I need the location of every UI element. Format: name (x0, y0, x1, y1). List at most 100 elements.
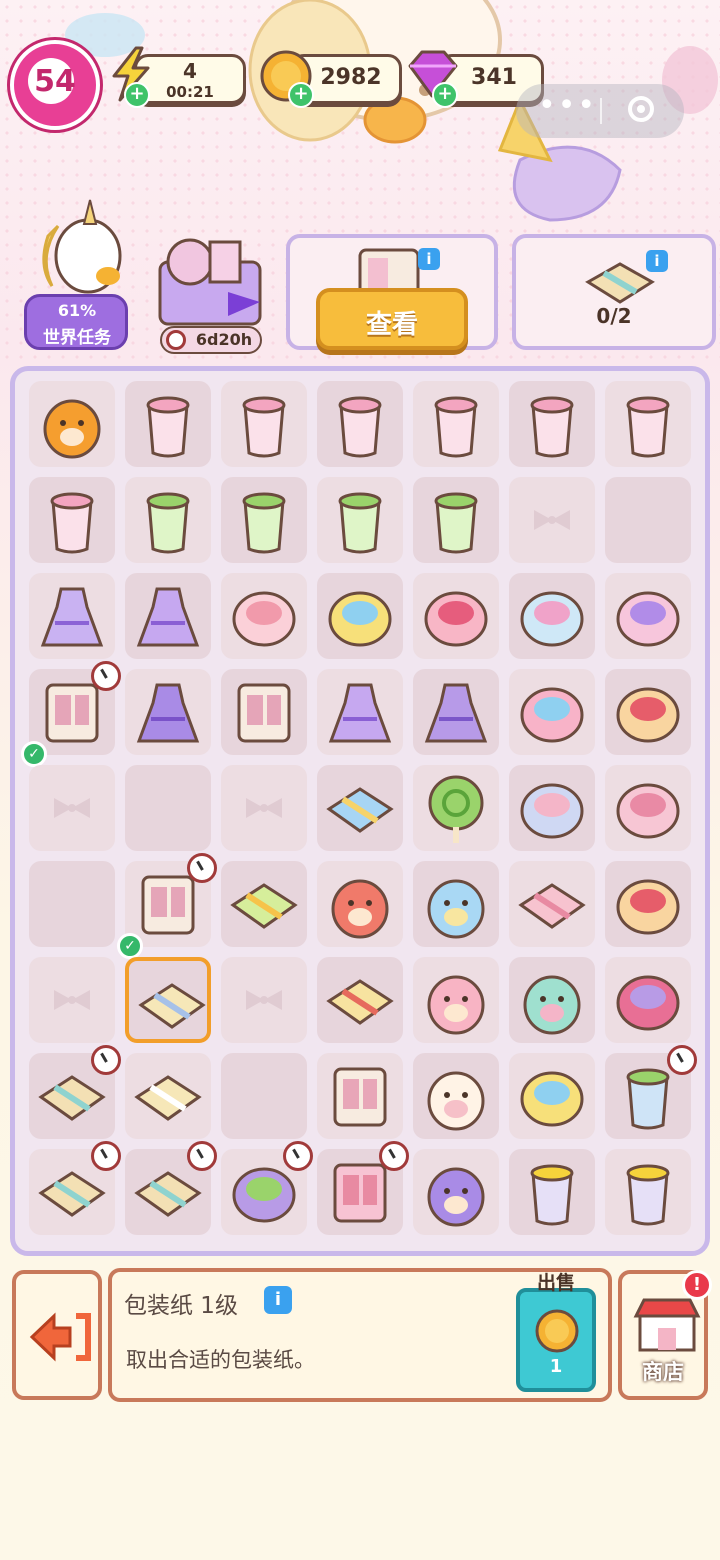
board-cell[interactable] (29, 765, 115, 851)
board-cell[interactable] (29, 861, 115, 947)
shop-label: 商店 (642, 1360, 684, 1384)
board-cell[interactable] (605, 1149, 691, 1235)
board-cell[interactable] (221, 381, 307, 467)
board-cell[interactable] (413, 477, 499, 563)
board-cell[interactable] (221, 573, 307, 659)
board-cell[interactable] (125, 1053, 211, 1139)
wrapping-paper-icon (138, 983, 206, 1029)
board-cell[interactable] (29, 1141, 121, 1235)
board-cell[interactable] (413, 573, 499, 659)
sell-price: 1 (549, 1356, 563, 1377)
board-cell[interactable] (509, 477, 595, 563)
coin-value: 2982 (320, 65, 382, 90)
board-cell[interactable] (317, 1141, 409, 1235)
board-cell[interactable] (317, 381, 403, 467)
board-cell[interactable] (413, 861, 499, 947)
sell-button[interactable]: 出售 1 (516, 1272, 596, 1392)
board-cell[interactable] (605, 573, 691, 659)
board-cell[interactable] (509, 573, 595, 659)
board-cell[interactable] (413, 381, 499, 467)
board-cell[interactable] (509, 861, 595, 947)
more-icon[interactable]: ••• (538, 91, 598, 126)
board-cell[interactable] (125, 957, 211, 1043)
board-cell[interactable] (221, 957, 307, 1043)
level-badge[interactable]: 54 (10, 40, 100, 130)
board-cell[interactable] (221, 477, 307, 563)
board-cell[interactable] (125, 573, 211, 659)
quest-label: 世界任务 (43, 328, 111, 348)
board-cell[interactable] (221, 861, 307, 947)
board-cell[interactable] (29, 573, 115, 659)
board-cell[interactable] (29, 957, 115, 1043)
board-cell[interactable] (413, 1149, 499, 1235)
board-cell[interactable] (317, 573, 403, 659)
board-cell[interactable] (125, 477, 211, 563)
cotton-candy-icon (520, 1071, 584, 1127)
candy-plate-icon (520, 591, 584, 647)
board-cell[interactable] (413, 957, 499, 1043)
bear-plush-icon (427, 1167, 485, 1227)
board-cell[interactable] (221, 669, 307, 755)
castle-icon (424, 591, 488, 647)
board-cell[interactable] (317, 861, 403, 947)
board-cell[interactable] (29, 477, 115, 563)
order-card-gift[interactable]: i 0/2 (512, 234, 716, 350)
close-miniprogram-icon[interactable] (628, 96, 654, 122)
info-icon[interactable]: i (264, 1286, 292, 1314)
add-gems-button[interactable]: + (432, 82, 458, 108)
item-description: 取出合适的包装纸。 (126, 1348, 315, 1372)
board-cell[interactable] (125, 669, 211, 755)
info-icon[interactable]: i (418, 248, 440, 270)
board-cell[interactable] (125, 765, 211, 851)
board-cell[interactable] (605, 957, 691, 1043)
event-castle-icon[interactable] (150, 232, 270, 332)
board-cell[interactable] (413, 1053, 499, 1139)
checkmark-icon: ✓ (21, 741, 47, 767)
world-quest-button[interactable]: 61% 世界任务 (24, 294, 128, 350)
board-cell[interactable] (605, 669, 691, 755)
energy-jar-icon (626, 1164, 670, 1226)
board-cell[interactable] (125, 381, 211, 467)
sell-label: 出售 (536, 1272, 575, 1294)
board-cell[interactable] (509, 669, 595, 755)
shop-button[interactable]: 商店 ! (618, 1270, 712, 1400)
event-timer-text: 6d20h (195, 330, 253, 349)
add-energy-button[interactable]: + (124, 82, 150, 108)
lollipop-icon (428, 775, 484, 843)
checkmark-icon: ✓ (117, 933, 143, 959)
pink-drink-icon (242, 396, 286, 458)
board-cell[interactable] (509, 957, 595, 1043)
board-cell[interactable]: ✓ (117, 853, 217, 959)
board-cell[interactable] (509, 1053, 595, 1139)
board-cell[interactable] (317, 1053, 403, 1139)
miniprogram-capsule: ••• (516, 84, 684, 138)
board-cell[interactable] (317, 477, 403, 563)
board-cell[interactable] (509, 765, 595, 851)
exit-button[interactable] (12, 1270, 102, 1400)
board-cell[interactable] (317, 669, 403, 755)
board-cell[interactable] (317, 765, 403, 851)
board-cell[interactable] (605, 477, 691, 563)
board-cell[interactable] (509, 1149, 595, 1235)
board-cell[interactable] (509, 381, 595, 467)
board-cell[interactable] (221, 1141, 313, 1235)
board-cell[interactable]: ✓ (21, 661, 121, 767)
board-cell[interactable] (29, 381, 115, 467)
board-cell[interactable] (221, 765, 307, 851)
board-cell[interactable] (605, 765, 691, 851)
green-drink-icon (146, 492, 190, 554)
board-cell[interactable] (29, 1045, 121, 1139)
board-cell[interactable] (605, 381, 691, 467)
view-order-button[interactable]: 查看 (316, 288, 468, 350)
board-cell[interactable] (605, 1045, 697, 1139)
board-cell[interactable] (605, 861, 691, 947)
unicorn-character[interactable] (28, 196, 128, 306)
board-cell[interactable] (413, 669, 499, 755)
board-cell[interactable] (221, 1053, 307, 1139)
purple-gown-icon (40, 587, 104, 647)
info-icon[interactable]: i (646, 250, 668, 272)
board-cell[interactable] (413, 765, 499, 851)
add-coins-button[interactable]: + (288, 82, 314, 108)
board-cell[interactable] (317, 957, 403, 1043)
board-cell[interactable] (125, 1141, 217, 1235)
